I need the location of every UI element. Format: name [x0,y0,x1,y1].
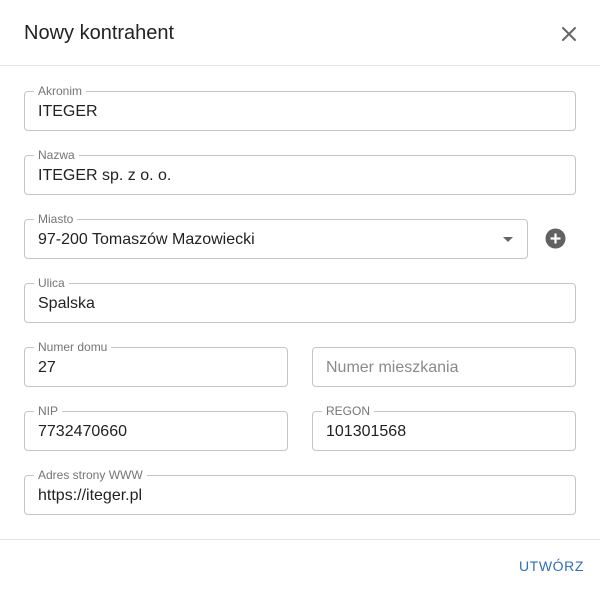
regon-field[interactable]: REGON 101301568 [312,404,576,451]
new-contractor-dialog: Nowy kontrahent Akronim ITEGER Nazwa ITE… [0,0,600,592]
add-circle-icon [545,228,566,249]
create-button[interactable]: UTWÓRZ [519,557,584,575]
dialog-footer: UTWÓRZ [0,539,600,592]
nazwa-value: ITEGER sp. z o. o. [38,167,172,184]
numer-domu-value: 27 [38,359,56,376]
numer-mieszkania-placeholder: Numer mieszkania [326,359,459,376]
regon-label: REGON [322,404,375,418]
add-city-button[interactable] [545,228,566,249]
dialog-title: Nowy kontrahent [24,22,175,44]
nip-value: 7732470660 [38,423,127,440]
ulica-field[interactable]: Ulica Spalska [24,276,576,323]
www-label: Adres strony WWW [34,468,147,482]
nip-field[interactable]: NIP 7732470660 [24,404,288,451]
akronim-label: Akronim [34,84,87,98]
miasto-label: Miasto [34,212,78,226]
akronim-field[interactable]: Akronim ITEGER [24,84,576,131]
www-field[interactable]: Adres strony WWW https://iteger.pl [24,468,576,515]
ulica-value: Spalska [38,295,95,312]
numer-mieszkania-field[interactable]: Numer mieszkania [312,347,576,387]
regon-value: 101301568 [326,423,407,440]
nazwa-field[interactable]: Nazwa ITEGER sp. z o. o. [24,148,576,195]
nazwa-label: Nazwa [34,148,79,162]
close-icon [562,27,576,41]
dialog-header: Nowy kontrahent [0,0,600,66]
www-value: https://iteger.pl [38,487,143,504]
akronim-value: ITEGER [38,103,98,120]
ulica-label: Ulica [34,276,69,290]
dropdown-arrow-icon[interactable] [503,237,513,242]
close-button[interactable] [556,21,582,47]
nip-label: NIP [34,404,63,418]
numer-domu-field[interactable]: Numer domu 27 [24,340,288,387]
numer-domu-label: Numer domu [34,340,112,354]
miasto-select[interactable]: Miasto 97-200 Tomaszów Mazowiecki [24,212,528,259]
miasto-value: 97-200 Tomaszów Mazowiecki [38,231,255,248]
